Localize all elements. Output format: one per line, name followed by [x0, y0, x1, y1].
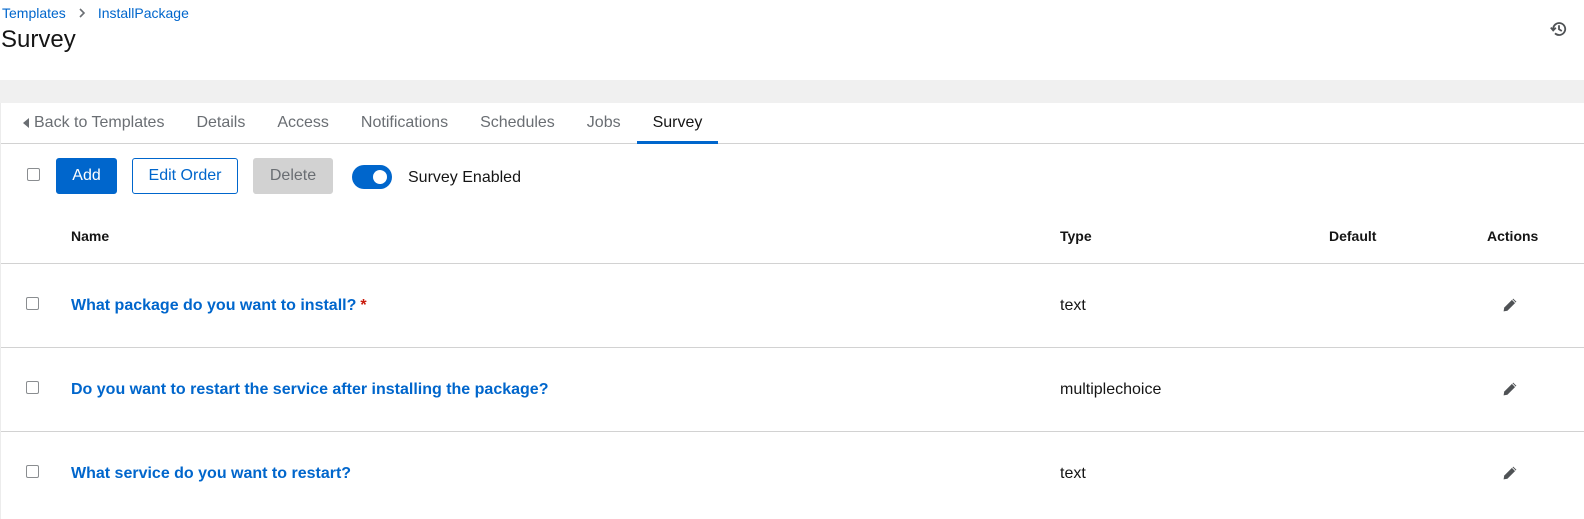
tab-label: Schedules	[480, 114, 555, 131]
breadcrumb-templates-link[interactable]: Templates	[2, 5, 66, 21]
table-row: Do you want to restart the service after…	[1, 348, 1584, 432]
tab-label: Back to Templates	[34, 114, 165, 131]
survey-card: Back to Templates Details Access Notific…	[0, 103, 1584, 519]
survey-enabled-toggle[interactable]	[352, 165, 392, 189]
question-type: text	[1060, 297, 1086, 314]
question-name-link[interactable]: What service do you want to restart?	[71, 465, 351, 483]
tab-notifications[interactable]: Notifications	[345, 103, 464, 143]
tab-bar: Back to Templates Details Access Notific…	[1, 103, 1584, 144]
column-header-actions: Actions	[1487, 228, 1539, 244]
tab-jobs[interactable]: Jobs	[571, 103, 637, 143]
delete-button[interactable]: Delete	[253, 158, 333, 194]
edit-question-button[interactable]	[1501, 464, 1519, 482]
edit-order-button[interactable]: Edit Order	[132, 158, 238, 194]
page-header: Templates InstallPackage Survey	[0, 0, 1584, 80]
edit-question-button[interactable]	[1501, 296, 1519, 314]
row-checkbox[interactable]	[26, 381, 39, 394]
column-header-name[interactable]: Name	[71, 228, 109, 244]
tab-survey[interactable]: Survey	[636, 103, 719, 144]
toggle-knob	[373, 170, 387, 184]
table-row: What package do you want to install? * te…	[1, 264, 1584, 348]
page-section-divider	[0, 80, 1584, 103]
caret-left-icon	[23, 118, 29, 128]
pencil-icon	[1503, 466, 1517, 480]
tab-label: Notifications	[360, 114, 449, 131]
question-name-link[interactable]: Do you want to restart the service after…	[71, 381, 548, 399]
question-name-link[interactable]: What package do you want to install? *	[71, 297, 367, 315]
tab-access[interactable]: Access	[261, 103, 345, 143]
breadcrumb: Templates InstallPackage	[2, 5, 189, 21]
table-row: What service do you want to restart? tex…	[1, 432, 1584, 516]
edit-question-button[interactable]	[1501, 380, 1519, 398]
question-type: text	[1060, 465, 1086, 482]
history-icon	[1550, 22, 1567, 36]
page-title: Survey	[1, 26, 76, 53]
tab-label: Details	[196, 114, 246, 131]
tab-label: Jobs	[586, 114, 621, 131]
required-asterisk: *	[360, 297, 367, 314]
question-type: multiplechoice	[1060, 381, 1162, 398]
tab-details[interactable]: Details	[180, 103, 261, 143]
row-checkbox[interactable]	[26, 297, 39, 310]
survey-toolbar: Add Edit Order Delete Survey Enabled	[1, 143, 1584, 207]
row-checkbox[interactable]	[26, 465, 39, 478]
tab-label: Access	[277, 114, 329, 131]
question-name: What package do you want to install?	[71, 297, 357, 314]
tab-label: Survey	[652, 114, 703, 131]
add-button[interactable]: Add	[56, 158, 117, 194]
pencil-icon	[1503, 298, 1517, 312]
pencil-icon	[1503, 382, 1517, 396]
tab-back-to-templates[interactable]: Back to Templates	[1, 103, 180, 143]
column-header-type[interactable]: Type	[1060, 228, 1092, 244]
history-button[interactable]	[1548, 18, 1570, 40]
survey-enabled-label: Survey Enabled	[408, 169, 521, 186]
select-all-checkbox[interactable]	[27, 168, 40, 181]
chevron-right-icon	[78, 8, 86, 18]
tab-schedules[interactable]: Schedules	[464, 103, 571, 143]
breadcrumb-installpackage-link[interactable]: InstallPackage	[98, 5, 189, 21]
column-header-default[interactable]: Default	[1329, 228, 1376, 244]
